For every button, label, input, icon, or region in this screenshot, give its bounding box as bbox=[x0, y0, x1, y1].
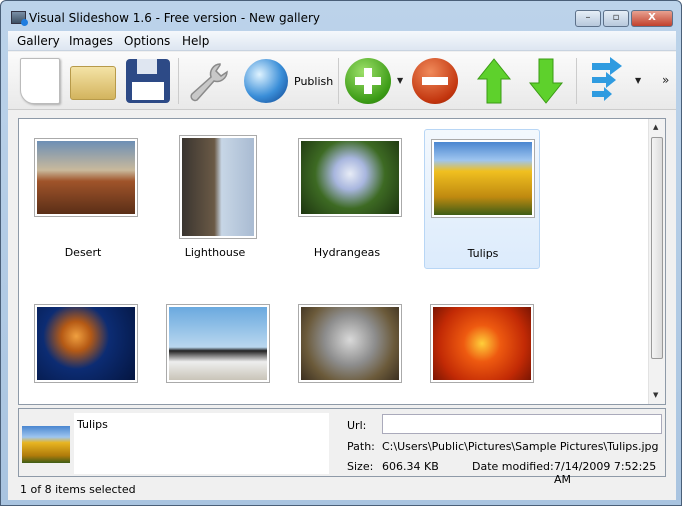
path-value: C:\Users\Public\Pictures\Sample Pictures… bbox=[382, 440, 659, 453]
image-title: Tulips bbox=[77, 418, 108, 431]
item-label: Lighthouse bbox=[184, 246, 246, 259]
gallery-item[interactable]: Hydrangeas bbox=[289, 129, 405, 269]
item-label: Desert bbox=[64, 246, 102, 259]
add-dropdown-icon[interactable]: ▼ bbox=[397, 76, 403, 85]
gallery-item[interactable]: Lighthouse bbox=[157, 129, 273, 269]
window-title: Visual Slideshow 1.6 - Free version - Ne… bbox=[29, 11, 321, 25]
menu-gallery[interactable]: Gallery bbox=[17, 34, 60, 48]
app-icon bbox=[11, 11, 28, 26]
size-value: 606.34 KB bbox=[382, 460, 439, 473]
url-label: Url: bbox=[347, 419, 367, 432]
image-title-field[interactable]: Tulips bbox=[74, 413, 329, 474]
remove-image-icon[interactable] bbox=[412, 58, 458, 104]
toolbar-overflow-icon[interactable]: » bbox=[662, 73, 669, 87]
export-arrows-icon[interactable] bbox=[586, 57, 634, 105]
close-button[interactable]: X bbox=[631, 10, 673, 27]
scroll-down-icon[interactable]: ▼ bbox=[653, 391, 658, 399]
date-label: Date modified: bbox=[472, 460, 554, 473]
open-folder-icon[interactable] bbox=[70, 66, 116, 100]
minimize-button[interactable]: – bbox=[575, 10, 601, 27]
item-label: Hydrangeas bbox=[313, 246, 381, 259]
selected-thumbnail bbox=[22, 426, 70, 463]
size-label: Size: bbox=[347, 460, 374, 473]
settings-wrench-icon[interactable] bbox=[186, 60, 232, 104]
add-images-icon[interactable] bbox=[345, 58, 391, 104]
save-disk-icon[interactable] bbox=[126, 59, 170, 103]
maximize-button[interactable]: ▫ bbox=[603, 10, 629, 27]
details-panel: Tulips Url: Path: C:\Users\Public\Pictur… bbox=[18, 408, 666, 486]
vertical-scrollbar[interactable]: ▲ ▼ bbox=[648, 119, 665, 404]
item-label: Tulips bbox=[467, 247, 499, 260]
move-down-icon[interactable] bbox=[522, 57, 570, 105]
publish-globe-icon[interactable] bbox=[244, 59, 288, 103]
menu-options[interactable]: Options bbox=[124, 34, 170, 48]
new-gallery-icon[interactable] bbox=[20, 58, 60, 104]
menu-bar: Gallery Images Options Help bbox=[8, 31, 676, 51]
app-window: Visual Slideshow 1.6 - Free version - Ne… bbox=[0, 0, 682, 506]
publish-button[interactable]: Publish bbox=[294, 75, 333, 88]
menu-images[interactable]: Images bbox=[69, 34, 113, 48]
gallery-item[interactable]: Desert bbox=[25, 129, 141, 269]
toolbar: Publish ▼ ▼ » bbox=[8, 52, 676, 110]
status-bar-text: 1 of 8 items selected bbox=[20, 483, 136, 496]
export-dropdown-icon[interactable]: ▼ bbox=[635, 76, 641, 85]
path-label: Path: bbox=[347, 440, 375, 453]
scroll-up-icon[interactable]: ▲ bbox=[653, 123, 658, 131]
menu-help[interactable]: Help bbox=[182, 34, 209, 48]
scrollbar-thumb[interactable] bbox=[651, 137, 663, 359]
url-input[interactable] bbox=[382, 414, 662, 434]
date-value: 7/14/2009 7:52:25 AM bbox=[554, 460, 657, 486]
gallery-item-selected[interactable]: Tulips bbox=[424, 129, 540, 269]
move-up-icon[interactable] bbox=[470, 57, 518, 105]
gallery-view: Desert Lighthouse Hydrangeas Tulips ▲ ▼ bbox=[18, 118, 666, 405]
